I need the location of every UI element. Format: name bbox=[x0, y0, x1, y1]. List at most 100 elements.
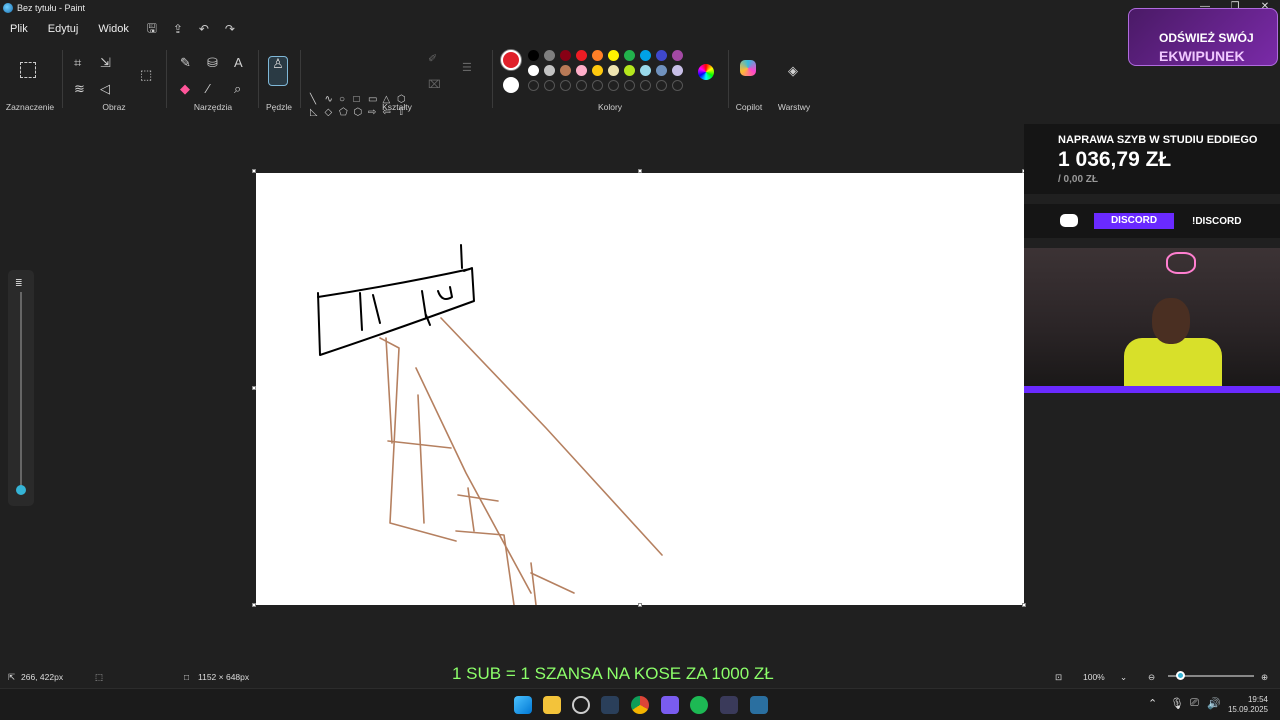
discord-command: !DISCORD bbox=[1192, 216, 1242, 227]
browser-icon[interactable] bbox=[572, 696, 590, 714]
shape-oval-icon[interactable]: ○ bbox=[339, 94, 354, 105]
resize-handle[interactable] bbox=[638, 603, 642, 607]
divider bbox=[492, 50, 493, 108]
group-selection: Zaznaczenie bbox=[0, 48, 60, 114]
color-swatch[interactable] bbox=[672, 65, 683, 76]
remove-background-icon[interactable]: ≋ bbox=[74, 82, 85, 96]
volume-icon[interactable]: 🔊 bbox=[1207, 697, 1221, 710]
color-swatch[interactable] bbox=[608, 65, 619, 76]
color-swatch[interactable] bbox=[528, 65, 539, 76]
menu-view[interactable]: Widok bbox=[88, 23, 139, 35]
color-swatch[interactable] bbox=[656, 65, 667, 76]
color-swatch[interactable] bbox=[592, 65, 603, 76]
color-swatch[interactable] bbox=[576, 50, 587, 61]
menu-edit[interactable]: Edytuj bbox=[38, 23, 89, 35]
shape-curve-icon[interactable]: ∿ bbox=[325, 94, 340, 105]
canvas-size-icon: □ bbox=[184, 672, 190, 682]
fit-to-window-icon[interactable]: ⊡ bbox=[1055, 672, 1062, 683]
custom-color-slot[interactable] bbox=[608, 80, 619, 91]
drawing-canvas[interactable] bbox=[256, 173, 1024, 606]
eraser-icon[interactable]: ◆ bbox=[180, 82, 190, 96]
pencil-icon[interactable]: ✎ bbox=[180, 56, 191, 70]
color-swatch[interactable] bbox=[656, 50, 667, 61]
share-icon[interactable]: ⇪ bbox=[165, 22, 191, 36]
microphone-icon[interactable]: 🎙 bbox=[1170, 697, 1184, 710]
crop-icon[interactable]: ⌗ bbox=[74, 56, 81, 70]
text-icon[interactable]: A bbox=[234, 56, 243, 70]
fill-icon[interactable]: ⛁ bbox=[207, 56, 218, 70]
zoom-dropdown-icon[interactable]: ⌄ bbox=[1120, 672, 1127, 683]
zoom-level[interactable]: 100% bbox=[1083, 672, 1105, 682]
color-picker-icon[interactable]: ⁄ bbox=[207, 82, 209, 96]
custom-color-slot[interactable] bbox=[672, 80, 683, 91]
secondary-color-swatch[interactable] bbox=[503, 77, 519, 93]
primary-color-swatch[interactable] bbox=[501, 50, 521, 70]
custom-color-slot[interactable] bbox=[560, 80, 571, 91]
paint-taskbar-icon[interactable] bbox=[750, 696, 768, 714]
tray-chevron-icon[interactable]: ⌃ bbox=[1148, 697, 1157, 710]
steam-icon[interactable] bbox=[601, 696, 619, 714]
color-swatch[interactable] bbox=[640, 65, 651, 76]
group-copilot-label: Copilot bbox=[735, 102, 763, 112]
magnifier-icon[interactable]: ⌕ bbox=[234, 82, 241, 96]
color-swatch[interactable] bbox=[608, 50, 619, 61]
app-icon[interactable] bbox=[720, 696, 738, 714]
custom-color-slot[interactable] bbox=[624, 80, 635, 91]
clock[interactable]: 19:54 15.09.2025 bbox=[1228, 695, 1268, 715]
image-select-icon[interactable]: ⬚ bbox=[140, 68, 152, 82]
shape-rectangle-icon[interactable]: □ bbox=[354, 94, 369, 105]
custom-color-slot[interactable] bbox=[576, 80, 587, 91]
rotate-icon[interactable]: ◁ bbox=[100, 82, 110, 96]
resize-icon[interactable]: ⇲ bbox=[100, 56, 111, 70]
network-icon[interactable]: ⎚ bbox=[1190, 697, 1199, 710]
color-swatch[interactable] bbox=[640, 50, 651, 61]
redo-icon[interactable]: ↷ bbox=[217, 22, 243, 36]
zoom-in-icon[interactable]: ⊕ bbox=[1261, 672, 1268, 683]
color-swatch[interactable] bbox=[544, 65, 555, 76]
color-swatch[interactable] bbox=[576, 65, 587, 76]
slider-knob[interactable] bbox=[16, 485, 26, 495]
custom-color-slot[interactable] bbox=[528, 80, 539, 91]
shape-triangle-icon[interactable]: △ bbox=[383, 94, 398, 105]
color-swatch[interactable] bbox=[560, 50, 571, 61]
discord-taskbar-icon[interactable] bbox=[661, 696, 679, 714]
resize-handle[interactable] bbox=[252, 386, 256, 390]
save-icon[interactable]: 🖫 bbox=[139, 19, 165, 40]
stroke-size-icon[interactable]: ☰ bbox=[462, 61, 472, 75]
color-swatch[interactable] bbox=[560, 65, 571, 76]
undo-icon[interactable]: ↶ bbox=[191, 22, 217, 36]
custom-color-slot[interactable] bbox=[640, 80, 651, 91]
spotify-icon[interactable] bbox=[690, 696, 708, 714]
edit-colors-icon[interactable] bbox=[698, 64, 714, 80]
zoom-slider-knob[interactable] bbox=[1175, 671, 1185, 680]
color-swatch[interactable] bbox=[544, 50, 555, 61]
copilot-icon[interactable] bbox=[740, 60, 756, 76]
menu-file[interactable]: Plik bbox=[0, 23, 38, 35]
layers-icon[interactable]: ◈ bbox=[788, 64, 798, 78]
color-swatch[interactable] bbox=[528, 50, 539, 61]
fill-style-icon[interactable]: ⌧ bbox=[428, 78, 441, 92]
outline-icon[interactable]: ✐ bbox=[428, 52, 437, 66]
shape-line-icon[interactable]: ╲ bbox=[310, 94, 325, 105]
custom-color-slot[interactable] bbox=[592, 80, 603, 91]
custom-color-slot[interactable] bbox=[656, 80, 667, 91]
shape-rounded-rectangle-icon[interactable]: ▭ bbox=[368, 94, 383, 105]
color-swatch[interactable] bbox=[592, 50, 603, 61]
zoom-out-icon[interactable]: ⊖ bbox=[1148, 672, 1155, 683]
brush-size-icon: ≣ bbox=[15, 278, 23, 288]
chrome-icon[interactable] bbox=[631, 696, 649, 714]
resize-handle[interactable] bbox=[1022, 603, 1026, 607]
resize-handle[interactable] bbox=[252, 169, 256, 173]
resize-handle[interactable] bbox=[638, 169, 642, 173]
brush-size-slider[interactable]: ≣ bbox=[8, 270, 34, 506]
start-icon[interactable] bbox=[514, 696, 532, 714]
color-swatch[interactable] bbox=[624, 65, 635, 76]
color-swatch[interactable] bbox=[672, 50, 683, 61]
brush-icon[interactable]: ♙ bbox=[268, 56, 288, 86]
resize-handle[interactable] bbox=[252, 603, 256, 607]
selection-icon[interactable] bbox=[20, 62, 36, 78]
file-explorer-icon[interactable] bbox=[543, 696, 561, 714]
custom-color-slot[interactable] bbox=[544, 80, 555, 91]
color-swatch[interactable] bbox=[624, 50, 635, 61]
shape-polygon-icon[interactable]: ⬡ bbox=[397, 94, 412, 105]
